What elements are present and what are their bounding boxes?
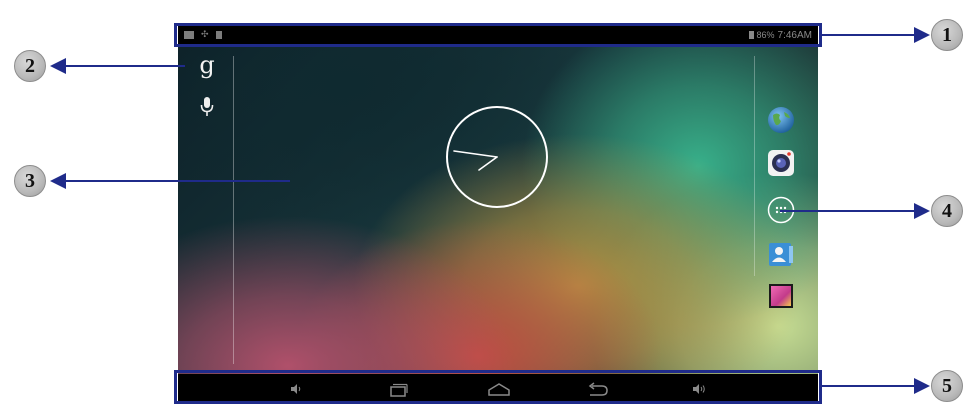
camera-icon[interactable] [767,149,795,177]
gallery-icon[interactable] [767,282,795,310]
contacts-icon[interactable] [767,240,795,268]
minute-hand [478,156,498,171]
hour-hand [453,150,498,158]
google-search-button[interactable]: g [198,52,216,78]
callout-5: 5 [931,370,963,402]
tablet-home-screen: ✣ 86% 7:46AM g [178,26,818,404]
dock-divider [754,56,755,276]
globe-icon[interactable] [767,106,795,134]
analog-clock-widget[interactable] [444,104,550,210]
callout-4: 4 [931,195,963,227]
callout-1: 1 [931,19,963,51]
search-divider [233,56,234,364]
app-drawer-icon[interactable] [767,196,795,224]
callout-2: 2 [14,50,46,82]
wallpaper [178,26,818,404]
mic-icon[interactable] [199,96,215,118]
navigation-bar-frame [174,370,822,404]
callout-3: 3 [14,165,46,197]
status-bar-frame [174,23,822,47]
